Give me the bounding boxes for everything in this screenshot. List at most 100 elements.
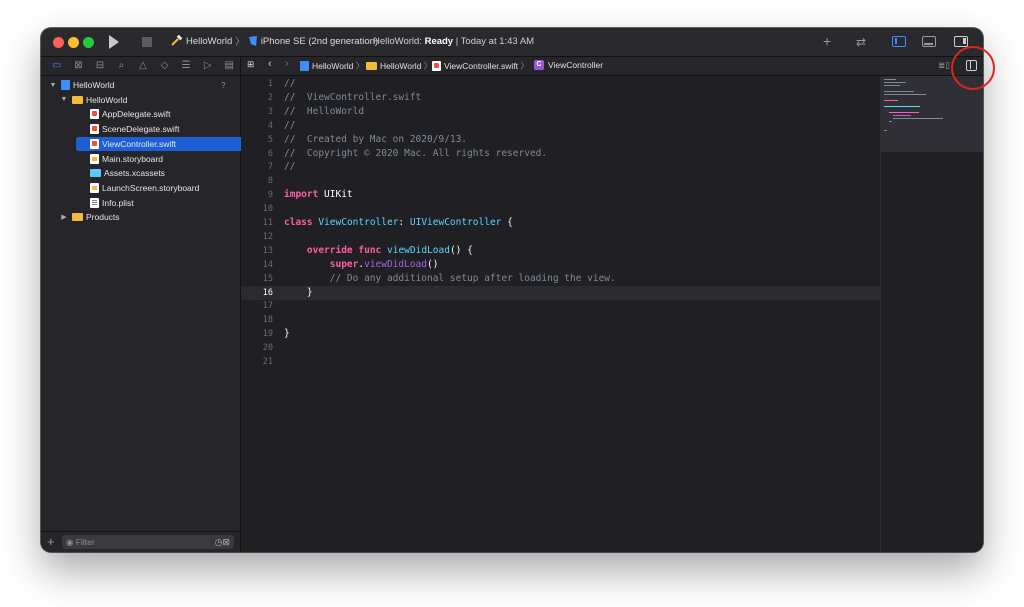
line-number: 9 — [267, 190, 273, 201]
code-token: () { — [449, 244, 473, 256]
report-navigator-icon[interactable]: ▤ — [219, 57, 241, 75]
code-line[interactable]: import UIKit — [284, 189, 353, 200]
minimap[interactable] — [880, 76, 983, 552]
disclosure-right-icon[interactable]: ▶ — [60, 213, 68, 221]
source-control-icon[interactable]: ⊠ — [68, 57, 90, 75]
code-line[interactable]: // — [284, 161, 295, 172]
close-window-button[interactable] — [53, 37, 64, 48]
code-line[interactable]: // ViewController.swift — [284, 92, 421, 103]
xcode-window: HelloWorld 〉 iPhone SE (2nd generation) … — [41, 28, 983, 552]
breadcrumb-project[interactable]: HelloWorld 〉 — [300, 60, 364, 72]
run-icon[interactable] — [109, 35, 119, 49]
breadcrumb-symbol-label: ViewController — [548, 60, 604, 70]
code-line[interactable]: // — [284, 78, 295, 89]
code-line[interactable]: // — [284, 120, 295, 131]
status-time: | Today at 1:43 AM — [455, 36, 535, 47]
tree-item[interactable]: ViewController.swift — [76, 136, 247, 151]
code-token: // — [284, 161, 296, 173]
zoom-window-button[interactable] — [83, 37, 94, 48]
activity-status: HelloWorld: Ready | Today at 1:43 AM — [373, 36, 534, 47]
code-line[interactable]: // Do any additional setup after loading… — [284, 273, 616, 284]
code-token: ViewController — [318, 217, 399, 228]
jump-bar: ⊞ ‹ › HelloWorld 〉 HelloWorld 〉 ViewCont… — [241, 57, 983, 76]
code-review-icon[interactable]: ⇄ — [856, 35, 866, 49]
tree-item[interactable]: Main.storyboard — [41, 152, 163, 166]
project-navigator-folder-icon[interactable]: ▭ — [46, 57, 68, 75]
tree-item[interactable]: Info.plist — [41, 196, 134, 210]
breadcrumb-group[interactable]: HelloWorld 〉 — [366, 60, 432, 72]
code-line[interactable]: override func viewDidLoad() { — [284, 245, 473, 256]
code-token: // Created by Mac on 2020/9/13. — [284, 133, 468, 145]
tree-item[interactable]: ▼ HelloWorld? — [41, 78, 225, 92]
breakpoint-navigator-icon[interactable]: ▷ — [197, 57, 219, 75]
line-number: 16 — [262, 287, 273, 298]
swift-file-icon — [90, 138, 99, 149]
add-file-plus-icon[interactable]: + — [47, 534, 55, 549]
minimap-line — [893, 115, 911, 116]
code-token: UIViewController — [409, 217, 502, 228]
breadcrumb-file[interactable]: ViewController.swift 〉 — [432, 60, 529, 72]
tree-item[interactable]: ▶ Products — [41, 210, 119, 224]
navigator-filter-bar: + ◉ Filter ◷⊠ — [41, 531, 240, 552]
filter-field[interactable]: ◉ Filter ◷⊠ — [62, 535, 234, 549]
debug-navigator-icon[interactable]: ☰ — [175, 57, 197, 75]
code-token: super — [329, 258, 359, 270]
back-chevron-icon[interactable]: ‹ — [268, 58, 272, 70]
plist-icon — [90, 197, 99, 208]
toggle-navigator-icon[interactable] — [892, 36, 906, 47]
disclosure-down-icon[interactable]: ▼ — [49, 82, 57, 89]
code-line[interactable]: // Created by Mac on 2020/9/13. — [284, 134, 467, 145]
line-number: 8 — [267, 176, 273, 187]
line-number: 1 — [267, 79, 273, 89]
code-token: viewDidLoad — [364, 258, 428, 270]
tree-item[interactable]: LaunchScreen.storyboard — [41, 181, 199, 195]
tree-item[interactable]: ▼ HelloWorld — [41, 93, 128, 107]
minimap-line — [884, 91, 914, 92]
line-number: 21 — [262, 357, 273, 367]
code-token: () — [427, 258, 439, 270]
tree-item[interactable]: SceneDelegate.swift — [41, 122, 180, 136]
minimap-line — [893, 118, 943, 119]
toggle-inspectors-icon[interactable] — [954, 36, 968, 47]
breadcrumb-symbol[interactable]: C ViewController — [534, 60, 603, 70]
test-navigator-diamond-icon[interactable]: ◇ — [154, 57, 176, 75]
code-line[interactable]: super.viewDidLoad() — [284, 258, 439, 270]
code-line[interactable]: } — [284, 287, 313, 298]
forward-chevron-icon[interactable]: › — [285, 58, 289, 70]
code-line[interactable]: class ViewController: UIViewController { — [284, 217, 513, 228]
tree-item[interactable]: Assets.xcassets — [41, 166, 165, 180]
breadcrumb-group-label: HelloWorld — [380, 61, 422, 71]
code-token: // Do any additional setup after loading… — [329, 272, 616, 284]
code-line[interactable]: // Copyright © 2020 Mac. All rights rese… — [284, 148, 547, 159]
source-editor[interactable]: 1 // 2 // ViewController.swift 3 // HelloWorl… — [241, 76, 880, 552]
stop-icon[interactable] — [142, 37, 152, 47]
toggle-debug-area-icon[interactable] — [922, 36, 936, 47]
library-plus-icon[interactable]: + — [823, 33, 831, 49]
scheme-name: HelloWorld — [186, 35, 233, 47]
issue-navigator-warning-icon[interactable]: △ — [132, 57, 154, 75]
minimap-line — [884, 82, 906, 83]
minimize-window-button[interactable] — [68, 37, 79, 48]
scheme-separator: 〉 — [235, 37, 245, 48]
filter-options-icon[interactable]: ◷⊠ — [215, 535, 230, 549]
editor-options-icon[interactable]: ≣▯ — [938, 60, 950, 71]
line-number: 10 — [262, 204, 273, 215]
symbol-navigator-icon[interactable]: ⊟ — [89, 57, 111, 75]
navigator-tabs: ▭ ⊠ ⊟ ⌕ △ ◇ ☰ ▷ ▤ — [41, 57, 240, 76]
disclosure-down-icon[interactable]: ▼ — [60, 96, 68, 103]
tree-item-label: LaunchScreen.storyboard — [102, 182, 200, 193]
annotation-circle — [951, 46, 995, 90]
code-line[interactable]: // HelloWorld — [284, 106, 364, 117]
code-token: // HelloWorld — [284, 105, 365, 117]
find-navigator-search-icon[interactable]: ⌕ — [111, 57, 133, 75]
tree-item[interactable]: AppDelegate.swift — [41, 107, 171, 121]
related-items-grid-icon[interactable]: ⊞ — [247, 59, 254, 70]
code-token: viewDidLoad — [387, 244, 450, 256]
scheme-selector[interactable]: HelloWorld 〉 iPhone SE (2nd generation) — [171, 34, 378, 48]
toolbar: HelloWorld 〉 iPhone SE (2nd generation) … — [41, 28, 983, 57]
code-line[interactable]: } — [284, 328, 290, 339]
folder-icon — [366, 62, 377, 70]
